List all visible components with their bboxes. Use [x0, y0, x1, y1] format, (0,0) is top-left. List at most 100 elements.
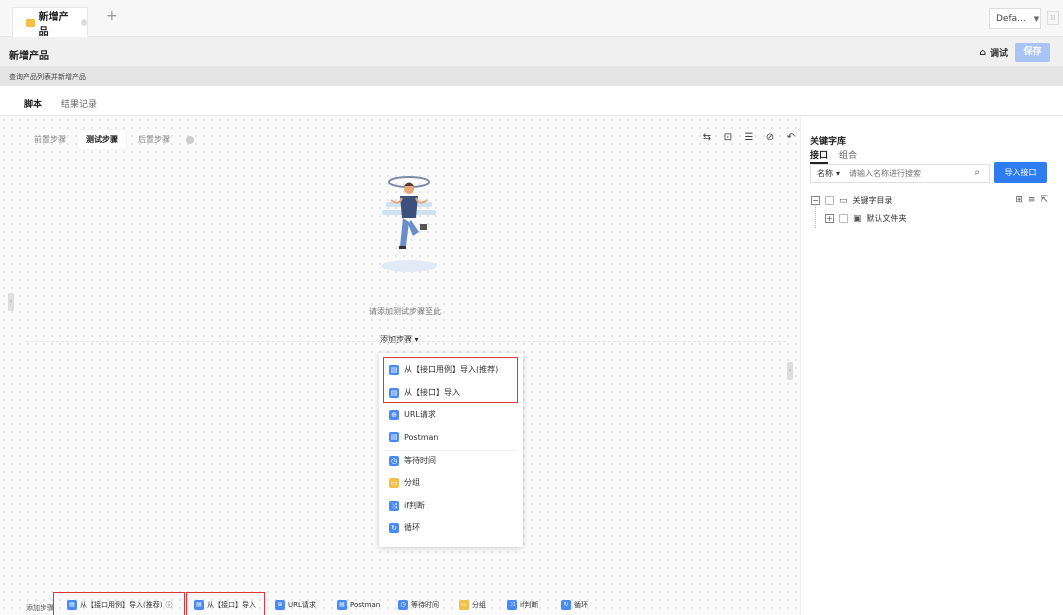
caret-down-icon: ▾: [836, 169, 841, 178]
bottom-item-label: 等待时间: [411, 601, 439, 609]
save-button[interactable]: 保存: [1015, 43, 1050, 62]
bottom-item-loop[interactable]: ↻ 循环: [561, 600, 588, 610]
highlight-box: [383, 357, 518, 403]
filter-icon[interactable]: ⇆: [702, 132, 712, 143]
tree-checkbox[interactable]: [825, 196, 834, 205]
link-icon: ⊕: [389, 409, 399, 420]
highlight-box: [53, 592, 185, 615]
sort-icon[interactable]: ≡: [1028, 195, 1036, 205]
menu-item-group[interactable]: ▭ 分组: [389, 477, 420, 488]
tab-combination[interactable]: 组合: [839, 148, 857, 161]
menu-item-label: 循环: [404, 523, 420, 532]
expand-icon[interactable]: +: [825, 214, 834, 223]
add-folder-icon[interactable]: ⊞: [1015, 195, 1023, 205]
bottom-item-if[interactable]: ⤨ if判断: [507, 600, 538, 610]
add-step-dropdown-trigger[interactable]: 添加步骤 ▾: [380, 334, 419, 345]
menu-item-wait[interactable]: ◷ 等待时间: [389, 455, 436, 466]
grid-icon[interactable]: ⁞⁞: [1047, 11, 1059, 25]
empty-state-text: 请添加测试步骤至此: [369, 307, 441, 316]
keyword-search: 名称 ▾ ⌕: [810, 164, 990, 183]
search-input[interactable]: [849, 169, 950, 178]
tab-pre-steps[interactable]: 前置步骤: [26, 130, 74, 149]
bottom-item-label: if判断: [520, 601, 539, 609]
highlight-box: [186, 592, 265, 615]
folder-icon: ▣: [853, 213, 862, 224]
disable-icon[interactable]: ⊘: [765, 132, 775, 143]
tree-node-label: 关键字目录: [852, 196, 893, 205]
undo-icon[interactable]: ↶: [786, 132, 796, 143]
branch-icon: ⤨: [507, 600, 517, 610]
fit-icon[interactable]: ⊡: [723, 132, 733, 143]
group-icon: ▭: [459, 600, 469, 610]
search-field-select[interactable]: 名称 ▾: [811, 168, 840, 179]
menu-item-label: 分组: [404, 478, 420, 487]
collapse-right-handle[interactable]: ›: [787, 362, 793, 380]
postman-icon: ▤: [389, 432, 399, 442]
step-tabs: 前置步骤 测试步骤 后置步骤: [26, 130, 194, 149]
menu-item-url-request[interactable]: ⊕ URL请求: [389, 409, 436, 420]
tree-node-label: 默认文件夹: [866, 214, 907, 223]
link-icon: ⊕: [275, 600, 285, 610]
search-icon[interactable]: ⌕: [974, 167, 980, 178]
tree-node-keyword-directory[interactable]: − ▭ 关键字目录: [811, 195, 893, 206]
page-title: 新增产品: [9, 51, 49, 62]
collapse-left-handle[interactable]: ‹: [8, 293, 14, 311]
tree-guide-line: [815, 204, 816, 228]
import-interface-button[interactable]: 导入接口: [994, 162, 1047, 183]
debug-label: 调试: [989, 49, 1008, 59]
caret-down-icon: ▼: [1033, 14, 1040, 23]
top-tab-bar: 新增产品 + Defa... ▼ ⁞⁞: [0, 0, 1063, 38]
close-icon[interactable]: [80, 19, 87, 26]
menu-item-loop[interactable]: ↻ 循环: [389, 522, 420, 533]
page-header: 新增产品 ⌂ 调试 保存: [0, 37, 1063, 66]
tab-test-steps[interactable]: 测试步骤: [78, 130, 126, 149]
tab-post-steps[interactable]: 后置步骤: [130, 130, 178, 149]
bottom-item-label: 分组: [472, 601, 486, 609]
environment-select-value: Defa...: [996, 13, 1026, 24]
tab-results[interactable]: 结果记录: [61, 97, 97, 110]
tab-new-product[interactable]: 新增产品: [12, 7, 88, 38]
description-bar: 查询产品列表并新增产品: [0, 66, 1063, 86]
bottom-item-label: Postman: [350, 601, 381, 609]
tab-label: 新增产品: [38, 11, 69, 38]
tab-interface[interactable]: 接口: [810, 148, 829, 164]
group-icon: ▭: [389, 477, 399, 488]
menu-item-label: Postman: [404, 432, 439, 442]
bottom-item-url-request[interactable]: ⊕ URL请求: [275, 600, 316, 610]
tree-node-default-folder[interactable]: + ▣ 默认文件夹: [825, 213, 907, 224]
menu-item-label: URL请求: [404, 410, 436, 419]
menu-item-label: if判断: [404, 501, 426, 510]
list-icon[interactable]: ☰: [744, 132, 754, 143]
menu-item-label: 等待时间: [404, 456, 436, 465]
bottom-item-group[interactable]: ▭ 分组: [459, 600, 486, 610]
add-tab-icon[interactable]: +: [106, 8, 118, 24]
menu-divider: [385, 450, 517, 451]
bottom-item-label: URL请求: [288, 601, 316, 609]
bottom-item-wait[interactable]: ◷ 等待时间: [398, 600, 439, 610]
clock-icon: ◷: [389, 455, 399, 466]
main-tabs: 脚本 结果记录: [0, 86, 1063, 120]
environment-select[interactable]: Defa... ▼: [989, 8, 1041, 29]
file-icon: [26, 18, 35, 27]
search-field-label: 名称: [817, 169, 833, 178]
menu-item-if[interactable]: ⤨ if判断: [389, 500, 425, 511]
info-icon[interactable]: [186, 135, 194, 144]
tree-actions: ⊞ ≡ ⇱: [1015, 195, 1048, 205]
panel-title: 关键字库: [810, 137, 847, 147]
caret-down-icon: ▾: [414, 335, 419, 344]
divider: [26, 341, 786, 342]
export-icon[interactable]: ⇱: [1040, 195, 1048, 205]
clock-icon: ◷: [398, 600, 408, 610]
debug-icon: ⌂: [979, 47, 986, 58]
tree-checkbox[interactable]: [839, 214, 848, 223]
bottom-item-label: 循环: [574, 601, 588, 609]
loop-icon: ↻: [561, 600, 571, 610]
branch-icon: ⤨: [389, 500, 399, 511]
tab-script[interactable]: 脚本: [24, 97, 43, 120]
bottom-add-step-label: 添加步骤: [26, 604, 54, 612]
bottom-item-postman[interactable]: ▤ Postman: [337, 600, 380, 610]
keyword-library-panel: 关键字库 接口 组合 名称 ▾ ⌕ 导入接口 − ▭ 关键字目录 ⊞ ≡ ⇱ +…: [800, 116, 1063, 615]
menu-item-postman[interactable]: ▤ Postman: [389, 432, 439, 442]
folder-icon: ▭: [839, 195, 848, 206]
debug-button[interactable]: ⌂ 调试: [980, 44, 1008, 61]
